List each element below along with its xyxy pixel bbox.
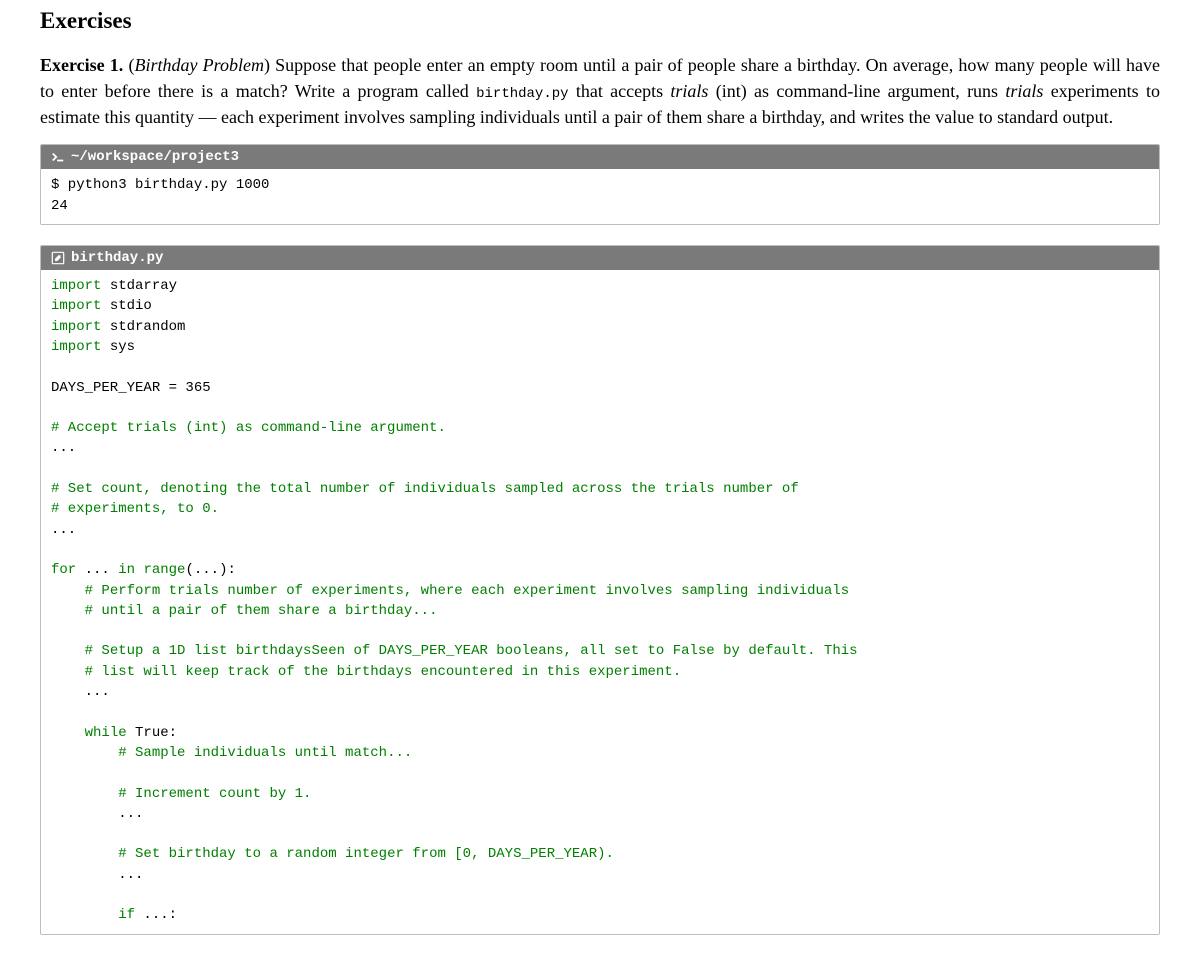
code-text: ... <box>51 867 143 883</box>
code-keyword: range <box>143 562 185 578</box>
code-text: (...): <box>185 562 235 578</box>
code-text: ... <box>51 440 76 456</box>
code-keyword: import <box>51 319 101 335</box>
code-text <box>51 725 85 741</box>
code-box: birthday.py import stdarray import stdio… <box>40 245 1160 935</box>
section-title: Exercises <box>40 8 1160 34</box>
code-keyword: if <box>118 907 135 923</box>
exercise-body-2: that accepts <box>569 81 671 101</box>
code-keyword: # Set count, denoting the total number o… <box>51 481 799 497</box>
code-text <box>51 583 85 599</box>
code-keyword: import <box>51 339 101 355</box>
code-text: ...: <box>135 907 177 923</box>
code-text: ... <box>51 522 76 538</box>
exercise-body-3: (int) as command-line argument, runs <box>708 81 1005 101</box>
code-keyword: # Increment count by 1. <box>118 786 311 802</box>
code-text: ... <box>51 806 143 822</box>
code-text <box>51 664 85 680</box>
code-header: birthday.py <box>41 246 1159 270</box>
exercise-label: Exercise 1. <box>40 55 123 75</box>
code-keyword: # Setup a 1D list birthdaysSeen of DAYS_… <box>85 643 858 659</box>
code-text: DAYS_PER_YEAR = 365 <box>51 380 211 396</box>
exercise-name: Birthday Problem <box>134 55 263 75</box>
code-keyword: import <box>51 278 101 294</box>
code-keyword: # experiments, to 0. <box>51 501 219 517</box>
code-text: True: <box>127 725 177 741</box>
code-keyword: # Perform trials number of experiments, … <box>85 583 850 599</box>
code-keyword: # until a pair of them share a birthday.… <box>85 603 438 619</box>
code-keyword: # Set birthday to a random integer from … <box>118 846 614 862</box>
arg-trials-2: trials <box>1005 81 1043 101</box>
code-text: ... <box>51 684 110 700</box>
terminal-icon <box>51 150 65 164</box>
arg-trials-1: trials <box>670 81 708 101</box>
terminal-command: $ python3 birthday.py 1000 <box>51 177 269 193</box>
code-text <box>51 603 85 619</box>
edit-icon <box>51 251 65 265</box>
exercise-description: Exercise 1. (Birthday Problem) Suppose t… <box>40 52 1160 130</box>
code-text <box>51 745 118 761</box>
code-keyword: # list will keep track of the birthdays … <box>85 664 682 680</box>
terminal-path: ~/workspace/project3 <box>71 149 239 165</box>
terminal-output: 24 <box>51 198 68 214</box>
code-keyword: in <box>118 562 135 578</box>
code-text: sys <box>101 339 135 355</box>
terminal-header: ~/workspace/project3 <box>41 145 1159 169</box>
code-text: ... <box>76 562 118 578</box>
code-text <box>51 786 118 802</box>
code-keyword: # Sample individuals until match... <box>118 745 412 761</box>
page: Exercises Exercise 1. (Birthday Problem)… <box>0 0 1200 935</box>
code-keyword: import <box>51 298 101 314</box>
terminal-body: $ python3 birthday.py 1000 24 <box>41 169 1159 224</box>
code-text: stdrandom <box>101 319 185 335</box>
code-text <box>51 643 85 659</box>
terminal-box: ~/workspace/project3 $ python3 birthday.… <box>40 144 1160 225</box>
code-keyword: for <box>51 562 76 578</box>
code-body: import stdarray import stdio import stdr… <box>41 270 1159 934</box>
code-text: stdio <box>101 298 151 314</box>
code-filename: birthday.py <box>71 250 163 266</box>
code-keyword: # Accept trials (int) as command-line ar… <box>51 420 446 436</box>
code-keyword: while <box>85 725 127 741</box>
code-text <box>51 907 118 923</box>
code-text: stdarray <box>101 278 177 294</box>
code-text <box>51 846 118 862</box>
filename-inline: birthday.py <box>476 86 568 102</box>
